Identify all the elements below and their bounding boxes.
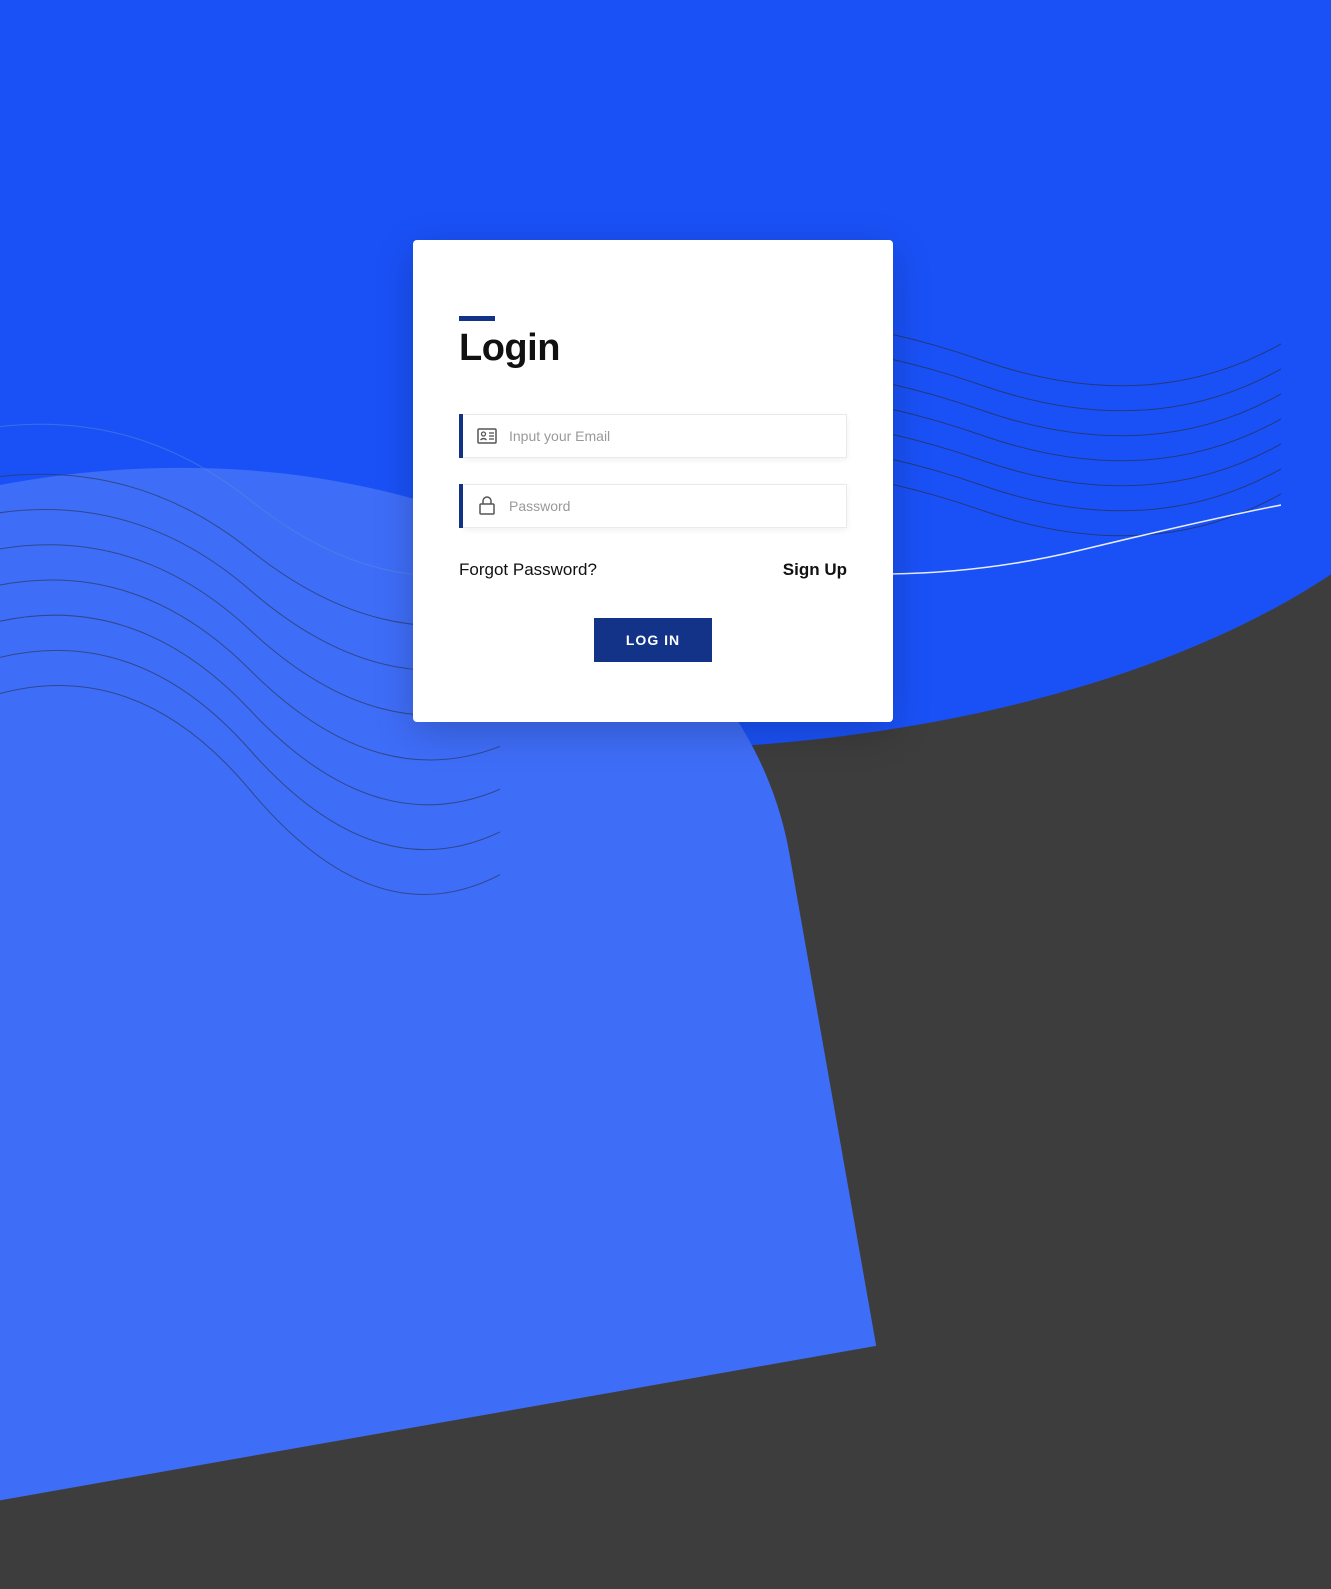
id-card-icon [477,426,497,446]
password-input-box[interactable] [463,484,847,528]
password-input-wrapper [459,484,847,528]
login-card: Login [413,240,893,722]
login-title: Login [459,327,847,370]
password-input[interactable] [509,498,832,514]
links-row: Forgot Password? Sign Up [459,560,847,580]
title-accent-bar [459,316,495,321]
login-button[interactable]: LOG IN [594,618,712,662]
lock-icon [477,496,497,516]
signup-link[interactable]: Sign Up [783,560,847,580]
email-input-wrapper [459,414,847,458]
email-input-box[interactable] [463,414,847,458]
email-input[interactable] [509,428,832,444]
forgot-password-link[interactable]: Forgot Password? [459,560,597,580]
